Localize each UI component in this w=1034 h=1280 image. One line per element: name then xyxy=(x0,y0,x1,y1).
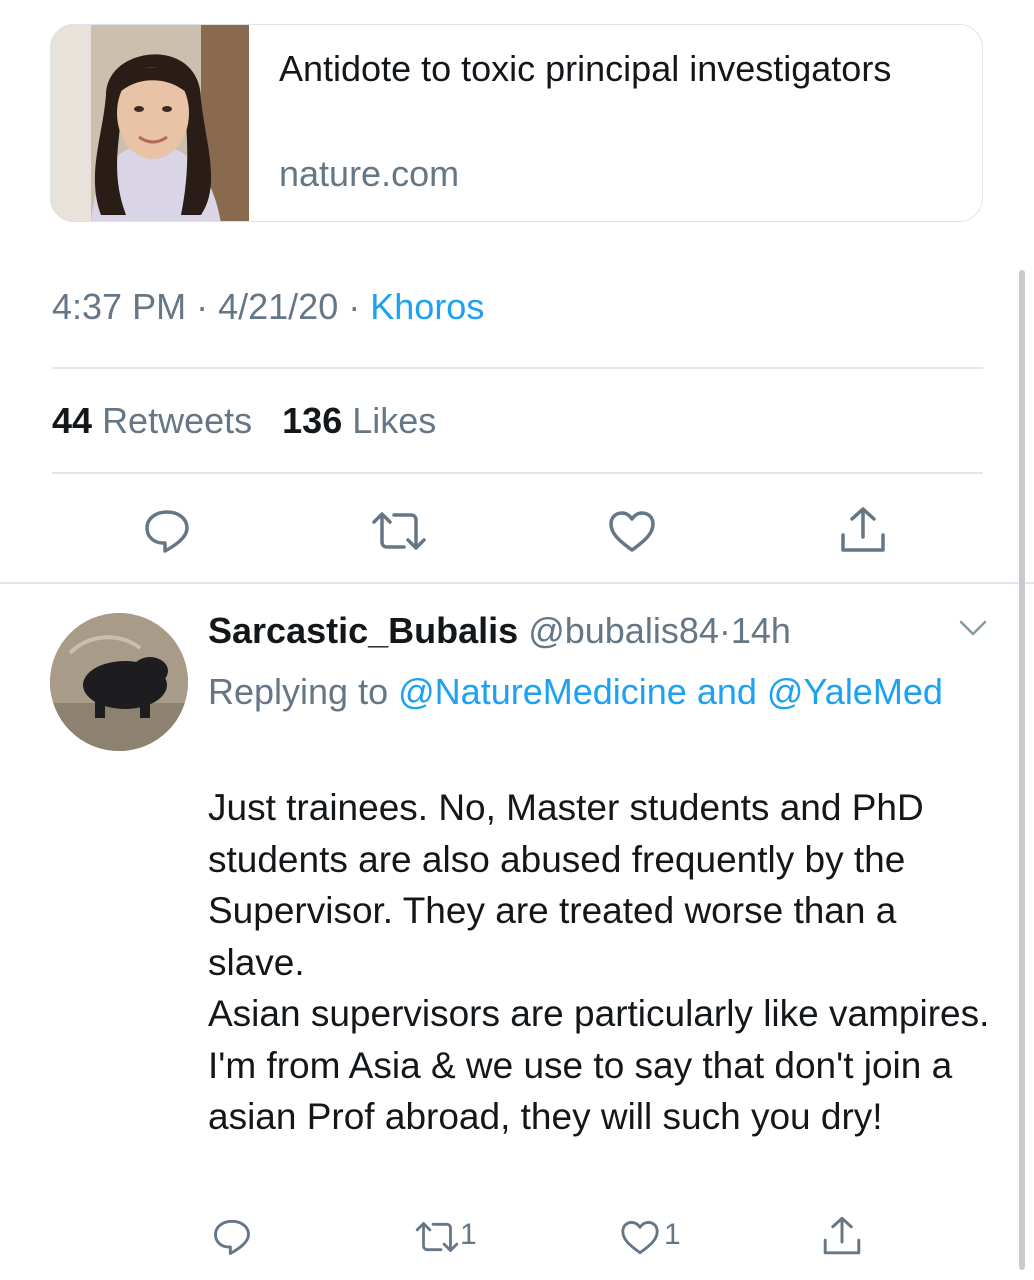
mention-yalemed[interactable]: @YaleMed xyxy=(767,671,943,712)
reply-like-count: 1 xyxy=(664,1218,681,1251)
share-icon xyxy=(823,1216,861,1255)
retweets-count: 44 xyxy=(52,400,93,441)
reply-avatar[interactable] xyxy=(50,613,188,751)
likes-count: 136 xyxy=(282,400,343,441)
share-icon xyxy=(841,507,885,552)
tweet-stats: 44 Retweets 136 Likes xyxy=(52,400,436,442)
like-button[interactable] xyxy=(608,510,656,554)
retweets-stat[interactable]: 44 Retweets xyxy=(52,400,252,441)
reply-like-button[interactable] xyxy=(620,1220,660,1256)
like-icon xyxy=(609,511,655,552)
reply-retweet-button[interactable] xyxy=(414,1220,460,1254)
likes-label: Likes xyxy=(352,400,437,441)
retweet-icon xyxy=(372,512,426,550)
reply-icon xyxy=(145,510,189,553)
reply-paragraph: Just trainees. No, Master students and P… xyxy=(208,787,924,983)
reply-share-button[interactable] xyxy=(821,1215,863,1257)
tweet-date: 4/21/20 xyxy=(218,286,339,327)
tweet-timestamp: 4:37 PM · 4/21/20 · Khoros xyxy=(52,286,484,328)
link-card-domain: nature.com xyxy=(279,153,460,194)
share-button[interactable] xyxy=(838,505,888,555)
divider xyxy=(52,367,983,369)
reply-reply-button[interactable] xyxy=(213,1218,251,1256)
replying-to: Replying to @NatureMedicine and @YaleMed xyxy=(208,664,968,720)
tweet-source-link[interactable]: Khoros xyxy=(370,286,484,327)
chevron-down-icon xyxy=(959,620,987,636)
retweet-button[interactable] xyxy=(370,510,428,552)
reply-button[interactable] xyxy=(144,508,190,554)
meta-separator: · xyxy=(348,286,361,327)
reply-retweet-count: 1 xyxy=(460,1218,477,1251)
meta-separator: · xyxy=(196,286,209,327)
scrollbar[interactable] xyxy=(1019,270,1025,1270)
reply-body: Just trainees. No, Master students and P… xyxy=(208,782,998,1143)
link-card-image xyxy=(51,25,249,221)
link-card-title: Antidote to toxic principal investigator… xyxy=(279,48,892,89)
replying-prefix: Replying to xyxy=(208,671,389,712)
divider xyxy=(52,472,983,474)
mention-naturemedicine[interactable]: @NatureMedicine xyxy=(398,671,687,712)
like-icon xyxy=(621,1221,659,1255)
reply-icon xyxy=(214,1219,250,1255)
reply-display-name[interactable]: Sarcastic_Bubalis xyxy=(208,610,518,651)
section-divider xyxy=(0,582,1034,584)
reply-handle[interactable]: @bubalis84 xyxy=(528,610,719,651)
retweets-label: Retweets xyxy=(102,400,253,441)
reply-header: Sarcastic_Bubalis @bubalis84·14h xyxy=(208,608,791,654)
mention-conjunction: and xyxy=(696,671,757,712)
tweet-time: 4:37 PM xyxy=(52,286,187,327)
retweet-icon xyxy=(415,1222,459,1252)
reply-paragraph: Asian supervisors are particularly like … xyxy=(208,993,990,1137)
reply-separator: · xyxy=(718,610,731,651)
tweet-menu-button[interactable] xyxy=(958,618,988,643)
reply-time: 14h xyxy=(730,610,791,651)
likes-stat[interactable]: 136 Likes xyxy=(282,400,436,441)
link-card[interactable]: Antidote to toxic principal investigator… xyxy=(50,24,983,222)
